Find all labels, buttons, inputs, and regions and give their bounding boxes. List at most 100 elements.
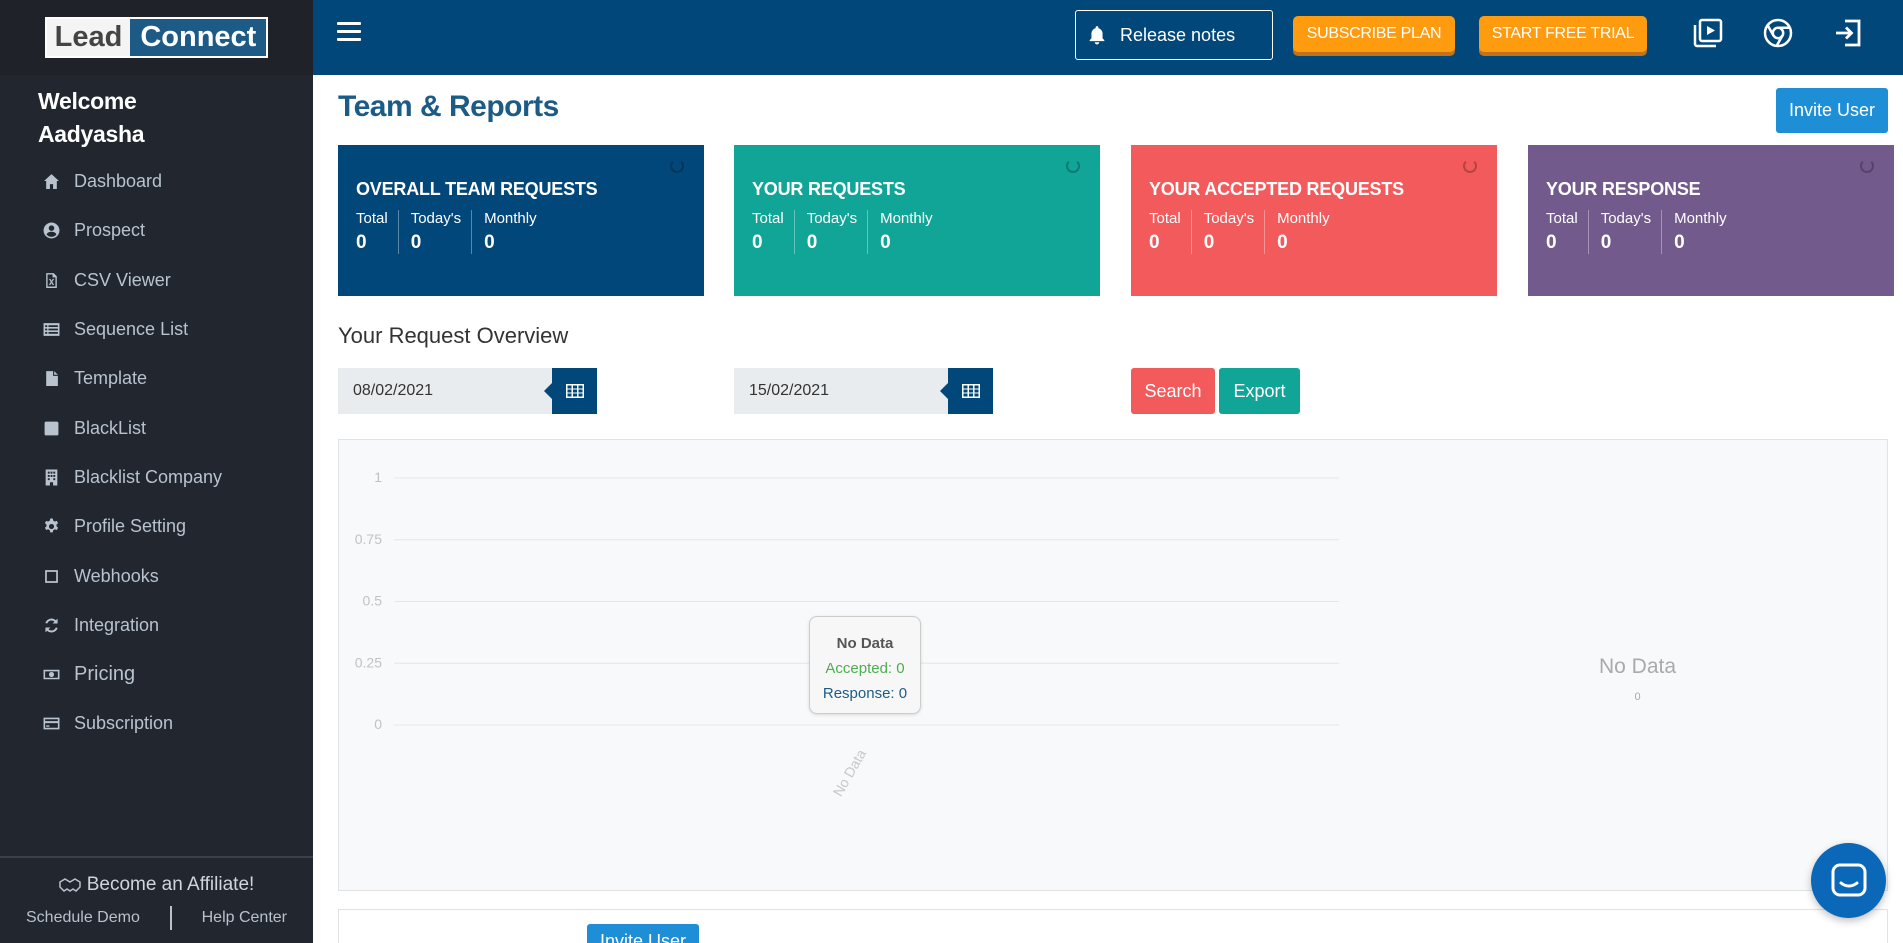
sidebar-item-subscription[interactable]: Subscription bbox=[0, 699, 313, 748]
sidebar-item-prospect[interactable]: Prospect bbox=[0, 206, 313, 255]
your-requests-card: YOUR REQUESTS Total 0 Today's 0 Monthly 0 bbox=[734, 145, 1100, 296]
search-button[interactable]: Search bbox=[1131, 368, 1215, 414]
refresh-icon[interactable] bbox=[670, 159, 684, 173]
your-response-card: YOUR RESPONSE Total 0 Today's 0 Monthly 0 bbox=[1528, 145, 1894, 296]
stat-value: 0 bbox=[410, 232, 422, 253]
stat-today: Today's 0 bbox=[1204, 210, 1266, 254]
invite-user-button[interactable]: Invite User bbox=[1776, 88, 1888, 133]
date-from-field[interactable]: 08/02/2021 bbox=[338, 368, 597, 414]
square-icon bbox=[41, 418, 61, 438]
subscribe-plan-button[interactable]: SUBSCRIBE PLAN bbox=[1293, 16, 1455, 52]
sidebar-item-csv-viewer[interactable]: CSV Viewer bbox=[0, 256, 313, 305]
x-tick-label: No Data bbox=[830, 746, 870, 799]
sidebar-item-dashboard[interactable]: Dashboard bbox=[0, 157, 313, 206]
stat-label: Total bbox=[752, 210, 784, 227]
sidebar-item-profile-setting[interactable]: Profile Setting bbox=[0, 502, 313, 551]
sidebar-footer: Become an Affiliate! Schedule Demo Help … bbox=[0, 856, 313, 943]
footer-divider bbox=[169, 906, 172, 930]
affiliate-label: Become an Affiliate! bbox=[86, 874, 255, 895]
start-free-trial-button[interactable]: START FREE TRIAL bbox=[1479, 16, 1647, 52]
sidebar-item-sequence-list[interactable]: Sequence List bbox=[0, 305, 313, 354]
card-title: YOUR REQUESTS bbox=[752, 179, 906, 199]
date-to-value[interactable]: 15/02/2021 bbox=[734, 382, 948, 400]
y-tick-label: 0.5 bbox=[363, 593, 383, 609]
refresh-icon bbox=[41, 615, 61, 635]
y-tick-label: 1 bbox=[374, 469, 382, 485]
sidebar-item-template[interactable]: Template bbox=[0, 354, 313, 403]
stat-value: 0 bbox=[1277, 232, 1288, 253]
card-stats: Total 0 Today's 0 Monthly 0 bbox=[1149, 210, 1497, 254]
affiliate-link[interactable]: Become an Affiliate! bbox=[0, 874, 313, 896]
card-stats: Total 0 Today's 0 Monthly 0 bbox=[356, 210, 704, 254]
refresh-icon[interactable] bbox=[1463, 159, 1477, 173]
refresh-icon[interactable] bbox=[1066, 159, 1080, 173]
topbar: Release notes SUBSCRIBE PLAN START FREE … bbox=[313, 0, 1903, 75]
release-notes-button[interactable]: Release notes bbox=[1075, 10, 1273, 60]
stat-label: Today's bbox=[1600, 210, 1652, 227]
team-panel bbox=[338, 909, 1888, 943]
tooltip-accepted: Accepted: 0 bbox=[825, 660, 905, 677]
logo[interactable]: Lead Connect bbox=[44, 17, 269, 58]
pie-center-text: No Data bbox=[1599, 655, 1677, 678]
schedule-demo-link[interactable]: Schedule Demo bbox=[26, 909, 140, 927]
sidebar-item-label: Subscription bbox=[74, 713, 174, 734]
date-to-field[interactable]: 15/02/2021 bbox=[734, 368, 993, 414]
sidebar-item-label: Template bbox=[74, 368, 148, 389]
stat-value: 0 bbox=[752, 232, 763, 253]
sidebar-item-webhooks[interactable]: Webhooks bbox=[0, 551, 313, 600]
sidebar-item-blacklist-company[interactable]: Blacklist Company bbox=[0, 453, 313, 502]
stat-label: Today's bbox=[806, 210, 858, 227]
square-outline-icon bbox=[41, 566, 61, 586]
stat-today: Today's 0 bbox=[410, 210, 473, 254]
user-circle-icon bbox=[41, 221, 61, 241]
home-icon bbox=[41, 172, 61, 192]
card-title: YOUR RESPONSE bbox=[1546, 179, 1701, 199]
chrome-icon[interactable] bbox=[1761, 16, 1795, 50]
chat-widget-button[interactable] bbox=[1811, 843, 1886, 918]
calendar-grid-icon bbox=[565, 384, 584, 398]
help-center-link[interactable]: Help Center bbox=[202, 909, 287, 927]
y-tick-label: 0 bbox=[374, 716, 382, 732]
release-notes-label: Release notes bbox=[1120, 24, 1236, 45]
logo-connect: Connect bbox=[130, 19, 267, 56]
sidebar-item-integration[interactable]: Integration bbox=[0, 601, 313, 650]
card-title: OVERALL TEAM REQUESTS bbox=[356, 179, 598, 199]
sidebar-item-label: Sequence List bbox=[74, 319, 189, 340]
date-from-value[interactable]: 08/02/2021 bbox=[338, 382, 552, 400]
csv-file-icon bbox=[41, 270, 61, 290]
gear-icon bbox=[41, 517, 61, 537]
chart-panel: 1 0.75 0.5 0.25 0 No Data No Data Accepted: 0… bbox=[338, 439, 1888, 891]
welcome-text: Welcome Aadyasha bbox=[0, 75, 313, 151]
sidebar-item-label: Pricing bbox=[74, 663, 136, 686]
stat-label: Total bbox=[1149, 210, 1181, 227]
export-button[interactable]: Export bbox=[1219, 368, 1300, 414]
sidebar: Lead Connect Welcome Aadyasha Dashboard … bbox=[0, 0, 313, 943]
stat-today: Today's 0 bbox=[806, 210, 869, 254]
stat-monthly: Monthly 0 bbox=[484, 210, 547, 254]
pie-chart: No Data 0 bbox=[1599, 655, 1676, 703]
welcome-line: Welcome bbox=[38, 88, 137, 114]
calendar-button[interactable] bbox=[940, 368, 993, 414]
logout-icon[interactable] bbox=[1832, 16, 1866, 50]
stat-label: Monthly bbox=[1277, 210, 1330, 227]
sidebar-item-blacklist[interactable]: BlackList bbox=[0, 403, 313, 452]
sidebar-item-pricing[interactable]: Pricing bbox=[0, 650, 313, 699]
card-stats: Total 0 Today's 0 Monthly 0 bbox=[752, 210, 1100, 254]
video-library-icon[interactable] bbox=[1691, 16, 1725, 50]
pie-center-value: 0 bbox=[1634, 691, 1641, 703]
bell-icon bbox=[1089, 26, 1105, 45]
menu-toggle-icon[interactable] bbox=[337, 22, 361, 42]
stat-today: Today's 0 bbox=[1600, 210, 1663, 254]
sidebar-item-label: Profile Setting bbox=[74, 516, 187, 537]
your-accepted-requests-card: YOUR ACCEPTED REQUESTS Total 0 Today's 0 M… bbox=[1131, 145, 1497, 296]
handshake-icon bbox=[58, 878, 81, 892]
refresh-icon[interactable] bbox=[1860, 159, 1874, 173]
stat-label: Monthly bbox=[484, 210, 537, 227]
stat-total: Total 0 bbox=[1546, 210, 1589, 254]
invite-user-button-secondary[interactable]: Invite User bbox=[587, 924, 699, 943]
user-name: Aadyasha bbox=[38, 121, 145, 147]
stat-monthly: Monthly 0 bbox=[1277, 210, 1340, 254]
calendar-button[interactable] bbox=[544, 368, 597, 414]
page-title: Team & Reports bbox=[338, 90, 559, 123]
logo-area: Lead Connect bbox=[0, 0, 313, 75]
